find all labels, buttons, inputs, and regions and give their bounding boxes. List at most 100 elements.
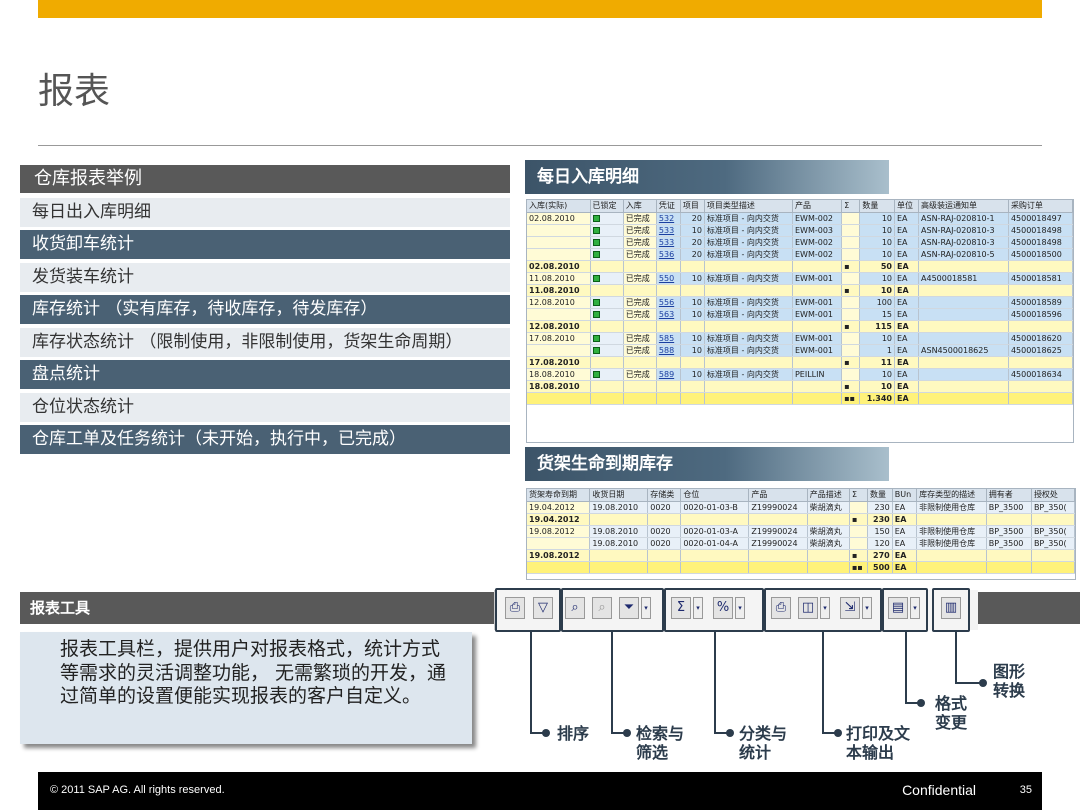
item-cell: 20 (680, 212, 705, 225)
quantity-cell: 150 (867, 525, 893, 538)
document-link[interactable]: 589 (659, 370, 674, 379)
column-header[interactable]: BUn (892, 489, 918, 502)
status-light-icon (592, 370, 600, 378)
quantity-cell: 100 (859, 296, 895, 309)
column-header[interactable]: 产品 (792, 200, 843, 213)
grid-cell (680, 380, 705, 393)
storage-type-cell: 0020 (647, 501, 682, 514)
column-header[interactable]: 项目类型描述 (704, 200, 793, 213)
grid-cell (590, 260, 624, 273)
asn-cell: ASN-RAJ-020810-3 (918, 224, 1009, 237)
grid-cell (1031, 561, 1075, 574)
column-header[interactable]: 采购订单 (1008, 200, 1073, 213)
status-cell: 已完成 (623, 224, 657, 237)
column-header[interactable]: 产品 (748, 489, 808, 502)
column-header[interactable]: 入库(实际) (527, 200, 591, 213)
column-header[interactable]: 拥有者 (986, 489, 1032, 502)
po-cell: 4500018497 (1008, 212, 1073, 225)
date-cell (527, 308, 591, 321)
po-cell: 4500018498 (1008, 236, 1073, 249)
document-link[interactable]: 550 (659, 274, 674, 283)
leader-filter-dot (623, 729, 631, 737)
grid-cell (680, 356, 705, 369)
document-link[interactable]: 533 (659, 226, 674, 235)
grid-cell (623, 320, 657, 333)
column-header[interactable]: 数量 (867, 489, 893, 502)
grid-cell (623, 284, 657, 297)
column-header[interactable]: Σ (849, 489, 869, 502)
table-row: 17.08.2010 已完成 585 10 标准项目 - 向内交货 EWM-001 10 EA… (527, 332, 1073, 345)
document-link[interactable]: 585 (659, 334, 674, 343)
unit-cell: EA (894, 296, 920, 309)
unit-cell: EA (894, 368, 920, 381)
column-header[interactable]: 单位 (894, 200, 920, 213)
document-link[interactable]: 588 (659, 346, 674, 355)
column-header[interactable]: 凭证 (656, 200, 681, 213)
subtotal-unit-cell: EA (894, 392, 920, 405)
table-row: 19.08.2010 0020 0020-01-04-A Z19990024 柴胡滴丸 1… (527, 537, 1075, 550)
table-row: 已完成 563 10 标准项目 - 向内交货 EWM-001 15 EA 4500018596 (527, 308, 1073, 321)
grid-cell (680, 561, 750, 574)
quantity-cell: 10 (859, 236, 895, 249)
column-header[interactable]: 货架寿命到期 (527, 489, 591, 502)
document-link[interactable]: 533 (659, 238, 674, 247)
report-list-item: 库存状态统计 （限制使用，非限制使用，货架生命周期） (20, 328, 510, 357)
lock-status-cell (590, 308, 624, 321)
table-row: 19.04.2012 ▪ 230 EA (527, 513, 1075, 526)
table-row: 已完成 536 20 标准项目 - 向内交货 EWM-002 10 EA ASN-RAJ-02… (527, 248, 1073, 261)
document-link[interactable]: 536 (659, 250, 674, 259)
grid-cell (656, 320, 681, 333)
grid-cell (656, 356, 681, 369)
bin-cell: 0020-01-04-A (680, 537, 750, 550)
copyright-text: © 2011 SAP AG. All rights reserved. (50, 784, 225, 796)
column-header[interactable]: Σ (841, 200, 861, 213)
unit-cell: EA (894, 224, 920, 237)
column-header[interactable]: 库存类型的描述 (916, 489, 987, 502)
document-cell: 563 (656, 308, 681, 321)
document-link[interactable]: 532 (659, 214, 674, 223)
column-header[interactable]: 存储类 (647, 489, 682, 502)
subtotal-unit-cell: EA (894, 284, 920, 297)
grid-cell (986, 549, 1032, 562)
column-header[interactable]: 已锁定 (590, 200, 624, 213)
grid-cell (792, 356, 843, 369)
document-link[interactable]: 556 (659, 298, 674, 307)
item-cell: 10 (680, 332, 705, 345)
report-list-item: 收货卸车统计 (20, 230, 510, 259)
date-cell (527, 344, 591, 357)
grid-cell (590, 356, 624, 369)
column-header[interactable]: 高级装运通知单 (918, 200, 1009, 213)
expiry-cell: 19.04.2012 (527, 501, 591, 514)
item-cell: 10 (680, 308, 705, 321)
column-header[interactable]: 项目 (680, 200, 705, 213)
quantity-cell: 120 (867, 537, 893, 550)
subtotal-label-cell: 12.08.2010 (527, 320, 591, 333)
column-header[interactable]: 产品描述 (807, 489, 850, 502)
table-row: 18.08.2010 ▪ 10 EA (527, 380, 1073, 393)
item-cell: 10 (680, 296, 705, 309)
item-type-cell: 标准项目 - 向内交货 (704, 212, 793, 225)
grid-cell (807, 561, 850, 574)
subtotal-quantity-cell: 230 (867, 513, 893, 526)
column-header[interactable]: 收货日期 (589, 489, 649, 502)
quantity-cell: 10 (859, 332, 895, 345)
column-header[interactable]: 数量 (859, 200, 895, 213)
column-header[interactable]: 仓位 (680, 489, 750, 502)
table-row: 18.08.2010 已完成 589 10 标准项目 - 向内交货 PEILLIN 10 EA… (527, 368, 1073, 381)
column-header[interactable]: 入库 (623, 200, 657, 213)
storage-type-cell: 0020 (647, 525, 682, 538)
document-link[interactable]: 563 (659, 310, 674, 319)
label-subtotal: 分类与统计 (739, 724, 788, 762)
column-header[interactable]: 授权处 (1031, 489, 1075, 502)
top-accent-bar (38, 0, 1042, 18)
grid-cell (792, 260, 843, 273)
status-cell: 已完成 (623, 236, 657, 249)
grid-cell (704, 380, 793, 393)
bin-cell: 0020-01-03-B (680, 501, 750, 514)
grid-cell (792, 380, 843, 393)
slide-title: 报表 (38, 71, 111, 112)
leader-layout-dot (917, 699, 925, 707)
po-cell: 4500018620 (1008, 332, 1073, 345)
leader-subtotal-dot (726, 729, 734, 737)
asn-cell: ASN-RAJ-020810-1 (918, 212, 1009, 225)
